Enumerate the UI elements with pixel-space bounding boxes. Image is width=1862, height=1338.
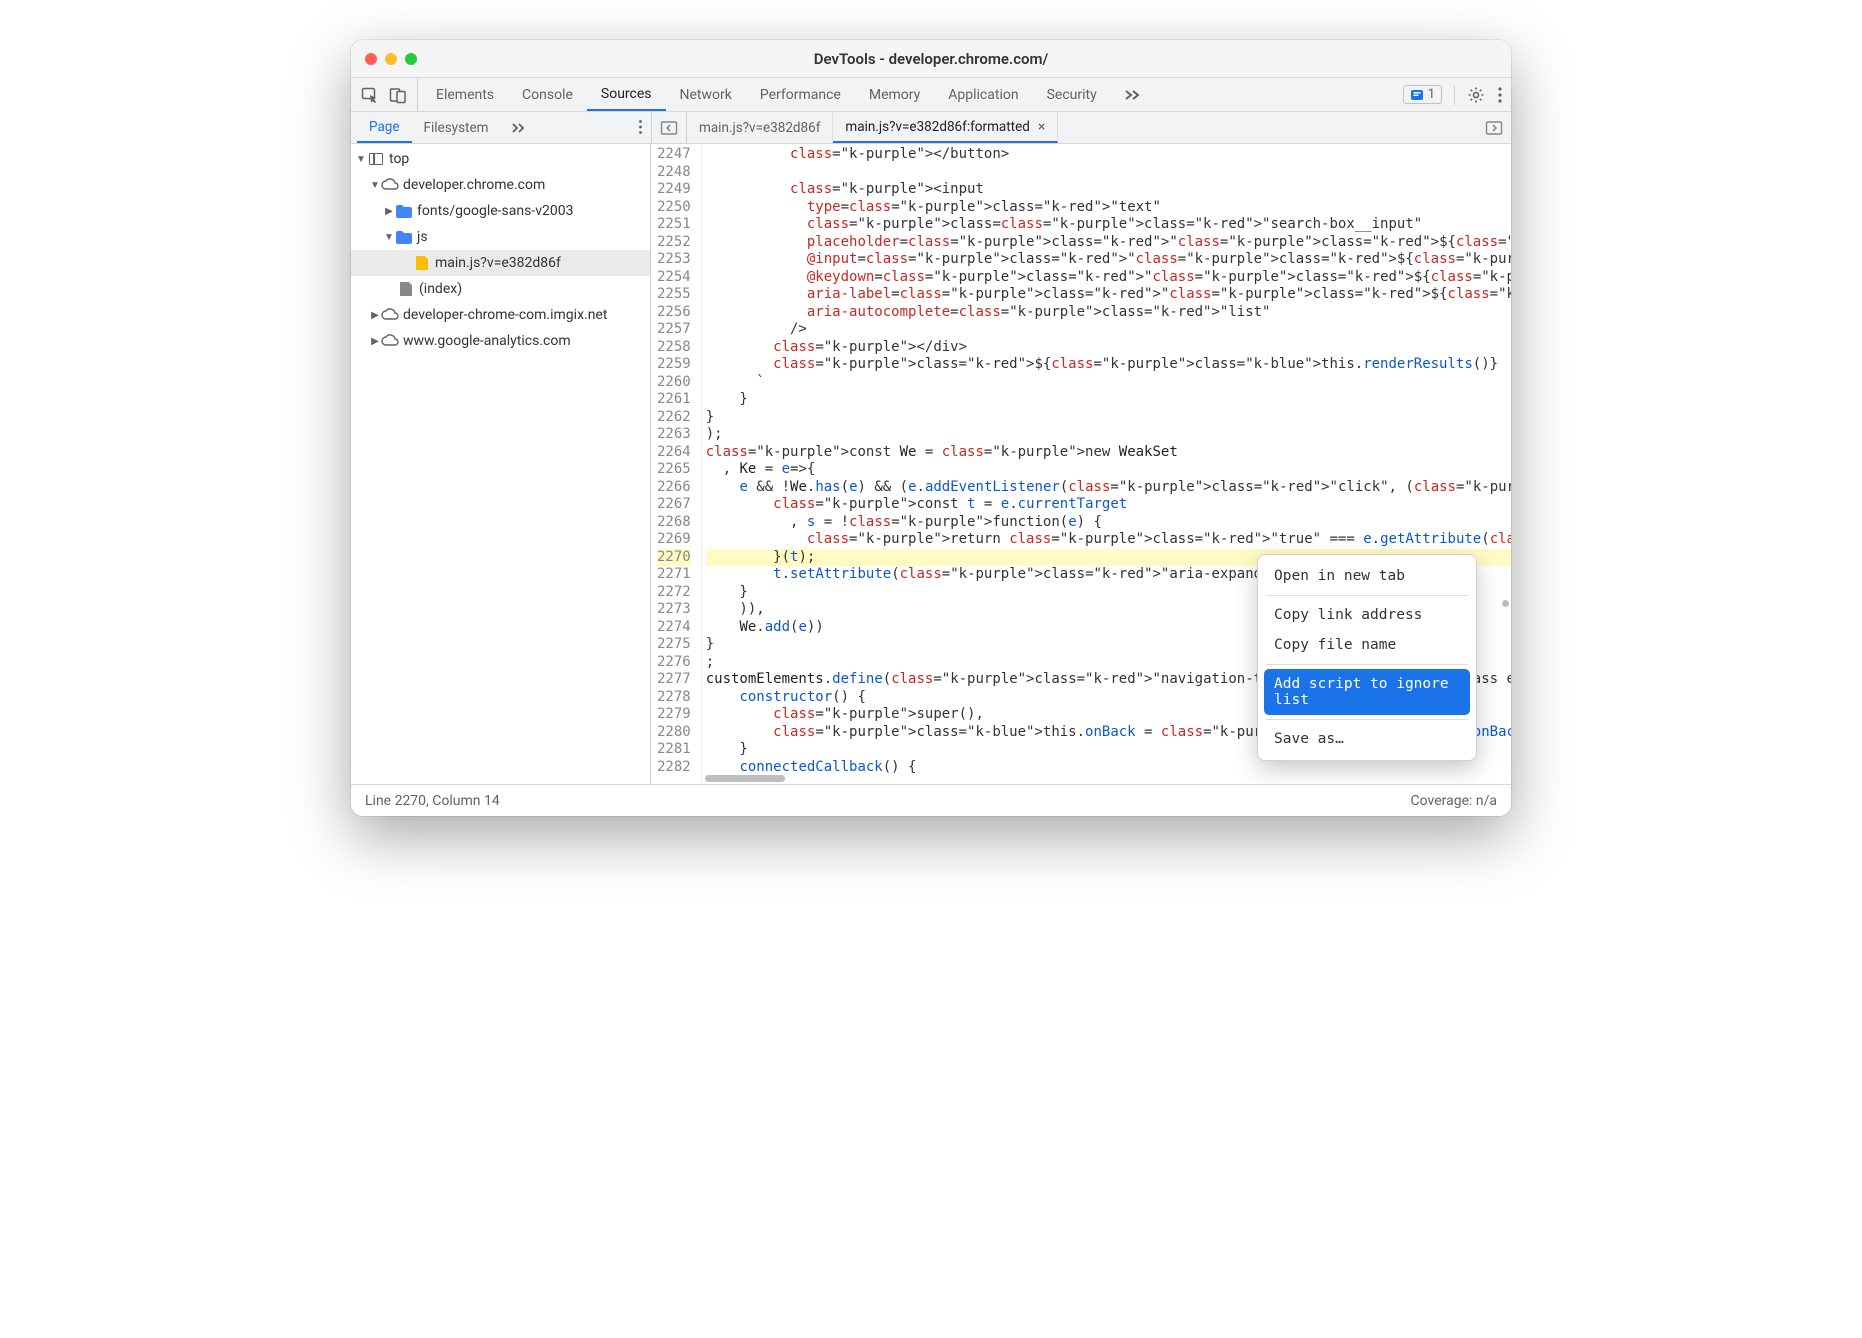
tree-label: top (389, 151, 409, 167)
subtab-overflow[interactable] (500, 112, 538, 143)
tab-memory[interactable]: Memory (855, 78, 934, 111)
file-tab-label: main.js?v=e382d86f:formatted (845, 119, 1029, 135)
context-menu-open-new-tab[interactable]: Open in new tab (1264, 561, 1470, 591)
context-menu-copy-link[interactable]: Copy link address (1264, 600, 1470, 630)
tab-console[interactable]: Console (508, 78, 587, 111)
file-tree: ▼ top ▼ developer.chrome.com ▶ fo (351, 144, 650, 354)
file-tab-0[interactable]: main.js?v=e382d86f (687, 112, 833, 143)
titlebar: DevTools - developer.chrome.com/ (351, 40, 1511, 78)
tab-security[interactable]: Security (1033, 78, 1111, 111)
context-menu-save-as[interactable]: Save as… (1264, 724, 1470, 754)
context-menu-separator (1266, 664, 1468, 665)
cloud-icon (381, 178, 399, 192)
more-options-icon[interactable] (1497, 86, 1503, 104)
tree-label: main.js?v=e382d86f (435, 255, 561, 271)
status-bar: Line 2270, Column 14 Coverage: n/a (351, 784, 1511, 816)
context-menu: Open in new tab Copy link address Copy f… (1257, 554, 1477, 761)
line-gutter: 2247224822492250225122522253225422552256… (651, 144, 702, 784)
cloud-icon (381, 308, 399, 322)
tree-domain-imgix[interactable]: ▶ developer-chrome-com.imgix.net (351, 302, 650, 328)
tree-top[interactable]: ▼ top (351, 146, 650, 172)
coverage-status: Coverage: n/a (1411, 793, 1497, 809)
context-menu-add-ignore-list[interactable]: Add script to ignore list (1264, 669, 1470, 715)
horizontal-scrollbar[interactable] (705, 775, 785, 782)
tree-folder-js[interactable]: ▼ js (351, 224, 650, 250)
code-editor[interactable]: 2247224822492250225122522253225422552256… (651, 144, 1511, 784)
tree-label: fonts/google-sans-v2003 (417, 203, 573, 219)
settings-icon[interactable] (1467, 86, 1485, 104)
tree-domain[interactable]: ▼ developer.chrome.com (351, 172, 650, 198)
tab-sources[interactable]: Sources (587, 78, 666, 111)
subtab-filesystem[interactable]: Filesystem (412, 112, 501, 143)
nav-back-icon[interactable] (660, 119, 678, 137)
issues-badge[interactable]: 1 (1403, 85, 1442, 104)
device-toolbar-icon[interactable] (389, 86, 407, 104)
tree-label: developer-chrome-com.imgix.net (403, 307, 607, 323)
folder-icon (395, 205, 413, 218)
main-toolbar: Elements Console Sources Network Perform… (351, 78, 1511, 112)
tree-file-index[interactable]: (index) (351, 276, 650, 302)
tree-label: js (417, 229, 428, 245)
window-title: DevTools - developer.chrome.com/ (351, 50, 1511, 68)
tab-application[interactable]: Application (934, 78, 1032, 111)
close-tab-icon[interactable]: × (1038, 119, 1045, 135)
issues-icon (1410, 88, 1424, 102)
file-icon (397, 282, 415, 296)
tab-performance[interactable]: Performance (746, 78, 855, 111)
tree-domain-ga[interactable]: ▶ www.google-analytics.com (351, 328, 650, 354)
cursor-position: Line 2270, Column 14 (365, 793, 500, 809)
context-menu-copy-filename[interactable]: Copy file name (1264, 630, 1470, 660)
tab-network[interactable]: Network (666, 78, 746, 111)
tree-label: www.google-analytics.com (403, 333, 571, 349)
js-file-icon (413, 256, 431, 270)
inspect-element-icon[interactable] (361, 86, 379, 104)
panel-tabs: Elements Console Sources Network Perform… (422, 78, 1395, 111)
context-menu-separator (1266, 719, 1468, 720)
folder-icon (395, 231, 413, 244)
tab-elements[interactable]: Elements (422, 78, 508, 111)
navigator-more-icon[interactable] (638, 119, 643, 135)
file-tab-label: main.js?v=e382d86f (699, 120, 820, 136)
main-area: ▼ top ▼ developer.chrome.com ▶ fo (351, 144, 1511, 784)
vertical-scrollbar[interactable] (1502, 600, 1509, 607)
issues-count: 1 (1428, 87, 1435, 102)
sidebar-toggle-right-icon[interactable] (1477, 112, 1511, 143)
secondary-toolbar: Page Filesystem main.js?v=e382d86f main.… (351, 112, 1511, 144)
devtools-window: DevTools - developer.chrome.com/ Element… (351, 40, 1511, 816)
tree-file-mainjs[interactable]: main.js?v=e382d86f (351, 250, 650, 276)
tree-folder-fonts[interactable]: ▶ fonts/google-sans-v2003 (351, 198, 650, 224)
file-tab-1[interactable]: main.js?v=e382d86f:formatted × (833, 112, 1058, 143)
subtab-page[interactable]: Page (357, 112, 412, 143)
tree-label: developer.chrome.com (403, 177, 545, 193)
tree-label: (index) (419, 281, 462, 297)
navigator-sidebar: ▼ top ▼ developer.chrome.com ▶ fo (351, 144, 651, 784)
context-menu-separator (1266, 595, 1468, 596)
tab-overflow[interactable] (1111, 78, 1155, 111)
cloud-icon (381, 334, 399, 348)
